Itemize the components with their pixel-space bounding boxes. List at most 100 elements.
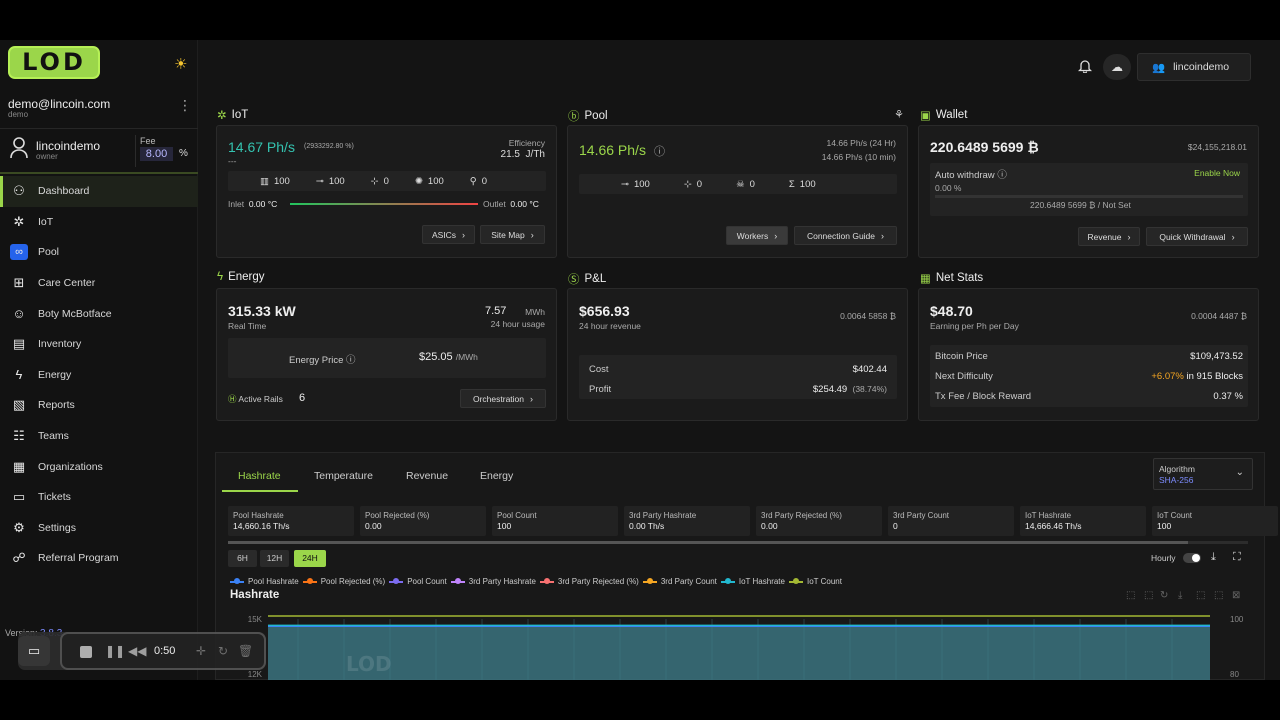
sidebar-item-label: Teams bbox=[38, 430, 69, 443]
hourly-label: Hourly bbox=[1151, 553, 1176, 563]
iot-inlet: Inlet 0.00 °C bbox=[228, 199, 278, 209]
energy-power-label: Real Time bbox=[228, 321, 267, 331]
legend-item[interactable]: Pool Rejected (%) bbox=[302, 577, 385, 586]
iot-dash: --- bbox=[228, 156, 237, 166]
account-email: demo@lincoin.com bbox=[8, 97, 111, 111]
sidebar-item-organizations[interactable]: ▦ Organizations bbox=[0, 451, 198, 482]
info-icon[interactable]: ⓘ bbox=[654, 143, 665, 159]
cost-value: $402.44 bbox=[852, 364, 887, 375]
enable-now-link[interactable]: Enable Now bbox=[1194, 168, 1240, 178]
sidebar-item-label: IoT bbox=[38, 215, 54, 228]
users-icon: 👥 bbox=[1152, 61, 1166, 74]
user-menu-button[interactable]: 👥 lincoindemo bbox=[1137, 53, 1251, 81]
hourly-toggle[interactable] bbox=[1183, 553, 1201, 563]
legend-item[interactable]: Pool Hashrate bbox=[230, 577, 299, 586]
metric-label: IoT Count bbox=[1157, 511, 1192, 520]
sidebar-item-teams[interactable]: ☷ Teams bbox=[0, 421, 198, 452]
info-icon: ⓘ bbox=[346, 355, 356, 366]
user-menu-label: lincoindemo bbox=[1173, 61, 1230, 73]
notifications-bell-icon[interactable] bbox=[1077, 58, 1096, 76]
fee-label: Fee bbox=[140, 136, 156, 146]
fullscreen-icon[interactable]: ⛶ bbox=[1233, 551, 1241, 564]
quick-withdrawal-button[interactable]: Quick Withdrawal › bbox=[1146, 227, 1248, 246]
tab-revenue[interactable]: Revenue bbox=[406, 470, 448, 482]
range-12h[interactable]: 12H bbox=[260, 550, 289, 567]
metric-value: 14,666.46 Th/s bbox=[1025, 521, 1082, 531]
rewind-icon[interactable]: ◀◀ bbox=[128, 644, 146, 658]
algorithm-select[interactable]: Algorithm SHA-256 ⌄ bbox=[1153, 458, 1253, 490]
grid-icon[interactable]: ✛ bbox=[196, 644, 206, 658]
sidebar-item-boty-mcbotface[interactable]: ☺ Boty McBotface bbox=[0, 298, 198, 329]
algorithm-value: SHA-256 bbox=[1159, 475, 1194, 485]
cloud-sync-icon[interactable]: ☁ bbox=[1103, 54, 1131, 80]
metric-value: 0.00 bbox=[761, 521, 778, 531]
connection-guide-button[interactable]: Connection Guide › bbox=[794, 226, 897, 245]
metric-value: 0.00 Th/s bbox=[629, 521, 665, 531]
pause-icon[interactable]: ❚❚ bbox=[105, 644, 125, 658]
metric-value: 100 bbox=[1157, 521, 1172, 531]
tab-hashrate[interactable]: Hashrate bbox=[238, 470, 281, 482]
care-center-icon: ⊞ bbox=[13, 275, 25, 291]
account-menu-icon[interactable]: ⋮ bbox=[178, 98, 192, 112]
energy-icon: ϟ bbox=[15, 367, 23, 383]
orchestration-button[interactable]: Orchestration › bbox=[460, 389, 546, 408]
trash-icon[interactable]: 🗑 bbox=[238, 644, 253, 658]
download-icon[interactable]: ⤓ bbox=[1211, 551, 1216, 564]
sidebar-item-pool[interactable]: ∞ Pool bbox=[0, 237, 198, 268]
pool-hashrate-24h: 14.66 Ph/s (24 Hr) bbox=[826, 138, 896, 148]
app-logo[interactable]: LOD bbox=[8, 46, 100, 79]
range-6h[interactable]: 6H bbox=[228, 550, 257, 567]
pool-stat-online: ⊸ 100 bbox=[621, 179, 650, 190]
tab-temperature[interactable]: Temperature bbox=[314, 470, 373, 482]
legend-item[interactable]: IoT Hashrate bbox=[720, 577, 785, 586]
tab-energy[interactable]: Energy bbox=[480, 470, 513, 482]
chart-watermark: LOD bbox=[346, 652, 392, 676]
revenue-button[interactable]: Revenue › bbox=[1078, 227, 1140, 246]
restart-icon[interactable]: ↻ bbox=[218, 644, 228, 658]
netstats-earning: $48.70 bbox=[930, 303, 973, 319]
sidebar-item-reports[interactable]: ▧ Reports bbox=[0, 390, 198, 421]
camera-icon[interactable]: ▭ bbox=[18, 636, 50, 666]
sidebar-item-inventory[interactable]: ▤ Inventory bbox=[0, 329, 198, 360]
legend-item[interactable]: 3rd Party Hashrate bbox=[450, 577, 536, 586]
chevron-right-icon: › bbox=[1127, 231, 1131, 242]
pnl-breakdown: Cost $402.44 Profit $254.49 (38.74%) bbox=[579, 355, 897, 399]
asics-button[interactable]: ASICs › bbox=[422, 225, 475, 244]
sidebar-item-referral-program[interactable]: ☍ Referral Program bbox=[0, 543, 198, 574]
site-map-button[interactable]: Site Map › bbox=[480, 225, 545, 244]
legend-item[interactable]: 3rd Party Rejected (%) bbox=[539, 577, 639, 586]
iot-hashrate-area bbox=[268, 625, 1210, 680]
teams-icon: ☷ bbox=[13, 428, 25, 444]
pool-network-icon[interactable]: ⚘ bbox=[894, 108, 904, 121]
legend-label: 3rd Party Rejected (%) bbox=[557, 577, 639, 586]
auto-withdraw-threshold: 220.6489 5699 ₿ / Not Set bbox=[1030, 200, 1131, 210]
legend-item[interactable]: 3rd Party Count bbox=[642, 577, 717, 586]
pool-icon: ∞ bbox=[10, 244, 28, 261]
sidebar-item-dashboard[interactable]: ⚇ Dashboard bbox=[0, 176, 198, 207]
workers-button[interactable]: Workers › bbox=[726, 226, 788, 245]
sidebar-item-iot[interactable]: ✲ IoT bbox=[0, 207, 198, 238]
iot-hashrate: 14.67 Ph/s bbox=[228, 139, 295, 155]
hashrate-plot: 15K 12K 100 80 LOD bbox=[248, 615, 1244, 680]
range-24h[interactable]: 24H bbox=[294, 550, 326, 567]
sidebar-item-care-center[interactable]: ⊞ Care Center bbox=[0, 268, 198, 299]
metrics-scrollbar-thumb[interactable] bbox=[228, 541, 1188, 544]
legend-item[interactable]: Pool Count bbox=[389, 577, 447, 586]
pool-card: 14.66 Ph/s ⓘ 14.66 Ph/s (24 Hr) 14.66 Ph… bbox=[567, 125, 908, 258]
iot-card: 14.67 Ph/s (2933292.80 %) --- Efficiency… bbox=[216, 125, 557, 258]
sidebar-item-tickets[interactable]: ▭ Tickets bbox=[0, 482, 198, 513]
sidebar-item-settings[interactable]: ⚙ Settings bbox=[0, 513, 198, 544]
stop-button[interactable] bbox=[80, 646, 92, 658]
theme-toggle-icon[interactable]: ☀ bbox=[174, 55, 187, 73]
account-subtitle: demo bbox=[8, 110, 29, 119]
recording-time: 0:50 bbox=[154, 645, 176, 657]
chevron-right-icon: › bbox=[881, 230, 885, 241]
pnl-btc: 0.0064 5858 ₿ bbox=[840, 311, 896, 321]
sidebar-item-label: Dashboard bbox=[38, 185, 90, 198]
legend-item[interactable]: IoT Count bbox=[788, 577, 842, 586]
wallet-usd: $24,155,218.01 bbox=[1187, 142, 1247, 152]
app-frame: LOD ☀ demo@lincoin.com demo ⋮ lincoindem… bbox=[0, 40, 1280, 680]
sidebar-item-energy[interactable]: ϟ Energy bbox=[0, 360, 198, 391]
metric-value: 0 bbox=[893, 521, 898, 531]
dashboard-icon: ⚇ bbox=[13, 183, 25, 199]
